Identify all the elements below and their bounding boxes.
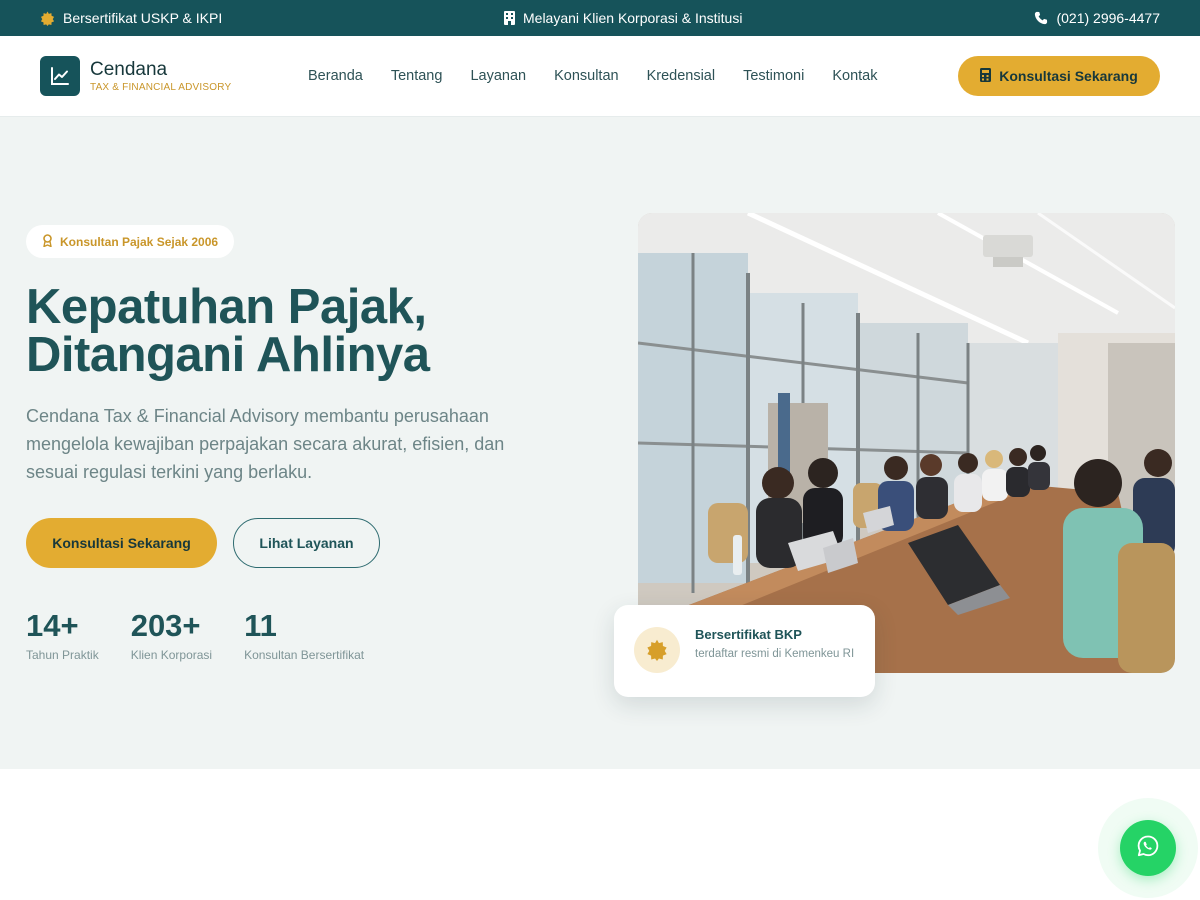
stat-value: 203+ (130, 608, 201, 643)
hero-section: Konsultan Pajak Sejak 2006 Kepatuhan Paj… (0, 117, 1200, 769)
nav-layanan[interactable]: Layanan (470, 68, 526, 84)
stat-value: 11 (244, 608, 277, 643)
header-consult-label: Konsultasi Sekarang (999, 68, 1138, 84)
phone-icon (1034, 11, 1048, 25)
whatsapp-icon (1136, 834, 1160, 863)
seal-icon (634, 627, 680, 673)
calculator-icon (980, 67, 992, 85)
hero-title-line1: Kepatuhan Pajak, (26, 280, 427, 334)
stat-clients: 203+ Klien Korporasi (131, 608, 212, 662)
chart-line-icon (40, 56, 80, 96)
hero-stats: 14+ Tahun Praktik 203+ Klien Korporasi 1… (26, 608, 364, 662)
site-header: Cendana TAX & FINANCIAL ADVISORY Beranda… (0, 36, 1200, 117)
award-icon (42, 233, 53, 250)
hero-description: Cendana Tax & Financial Advisory membant… (26, 406, 505, 482)
top-info-bar: Bersertifikat USKP & IKPI Melayani Klien… (0, 0, 1200, 36)
certified-text: Bersertifikat USKP & IKPI (63, 10, 223, 26)
cert-card: Bersertifikat BKP terdaftar resmi di Kem… (614, 605, 875, 697)
stat-consultants: 11 Konsultan Bersertifikat (244, 608, 364, 662)
stat-label: Tahun Praktik (26, 648, 99, 662)
hero-title: Kepatuhan Pajak, Ditangani Ahlinya (26, 280, 546, 382)
nav-testimoni[interactable]: Testimoni (743, 68, 804, 84)
stat-label: Klien Korporasi (130, 648, 213, 662)
nav-konsultan[interactable]: Konsultan (554, 68, 619, 84)
nav-beranda[interactable]: Beranda (308, 68, 363, 84)
cert-card-subtitle: terdaftar resmi di Kemenkeu RI (695, 648, 855, 660)
certified-info: Bersertifikat USKP & IKPI (40, 0, 222, 36)
main-nav: Beranda Tentang Layanan Konsultan Kreden… (308, 36, 878, 116)
since-badge-label: Konsultan Pajak Sejak 2006 (60, 234, 219, 249)
view-services-button[interactable]: Lihat Layanan (233, 518, 380, 568)
nav-tentang[interactable]: Tentang (391, 68, 443, 84)
stat-value: 14+ (26, 608, 79, 643)
brand-tagline: TAX & FINANCIAL ADVISORY (90, 81, 232, 93)
stat-label: Konsultan Bersertifikat (244, 648, 365, 662)
brand-name: Cendana (90, 58, 168, 80)
clients-info: Melayani Klien Korporasi & Institusi (504, 0, 742, 36)
meeting-room-photo (638, 213, 1175, 673)
hero-consult-button[interactable]: Konsultasi Sekarang (26, 518, 217, 568)
building-icon (504, 11, 515, 25)
nav-kredensial[interactable]: Kredensial (647, 68, 716, 84)
cert-card-title: Bersertifikat BKP (695, 627, 802, 642)
logo[interactable]: Cendana TAX & FINANCIAL ADVISORY (40, 56, 231, 96)
whatsapp-button[interactable] (1120, 820, 1176, 876)
clients-text: Melayani Klien Korporasi & Institusi (523, 10, 743, 26)
phone-link[interactable]: (021) 2996-4477 (1034, 0, 1160, 36)
since-badge: Konsultan Pajak Sejak 2006 (26, 225, 235, 258)
hero-title-line2: Ditangani Ahlinya (26, 328, 430, 382)
badge-icon (40, 10, 55, 26)
stat-years: 14+ Tahun Praktik (26, 608, 99, 662)
header-consult-button[interactable]: Konsultasi Sekarang (958, 56, 1160, 96)
nav-kontak[interactable]: Kontak (832, 68, 877, 84)
phone-number: (021) 2996-4477 (1056, 10, 1160, 26)
